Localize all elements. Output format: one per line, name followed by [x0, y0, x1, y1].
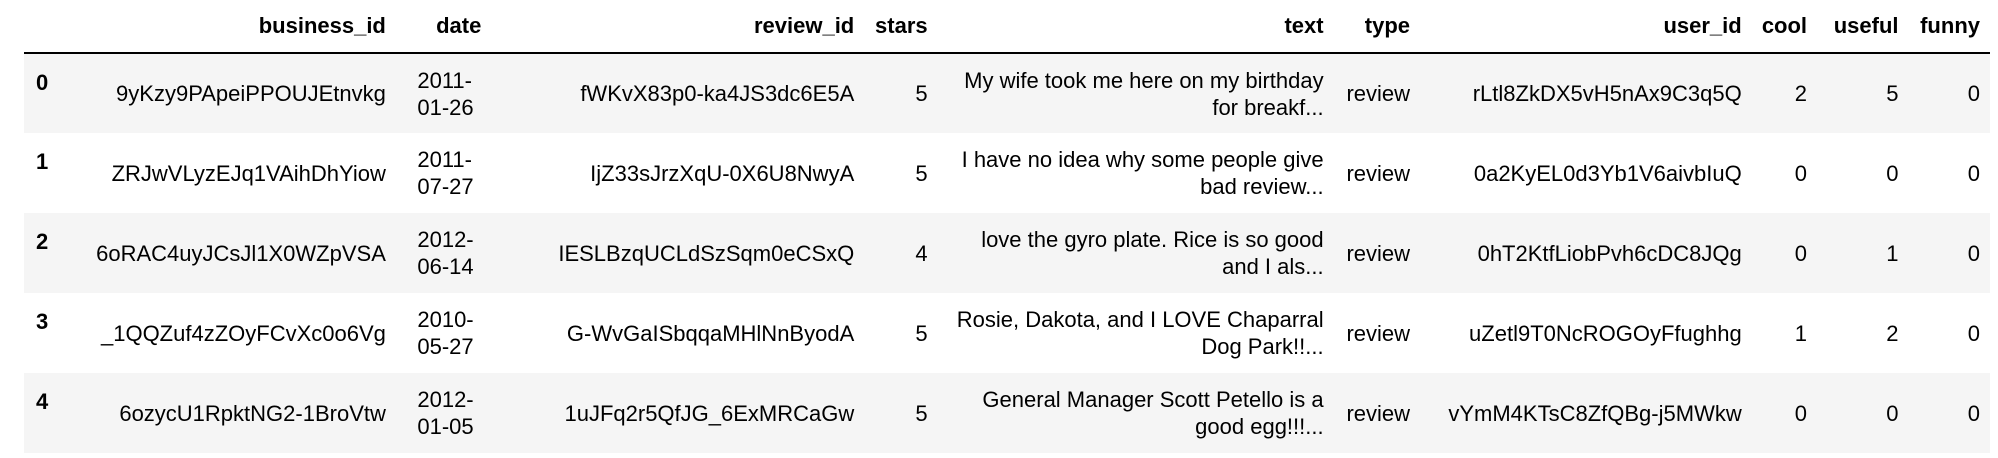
header-useful: useful — [1817, 0, 1909, 54]
cell-stars: 5 — [915, 160, 928, 186]
cell-useful: 0 — [1886, 160, 1899, 186]
cell-review-id: 1uJFq2r5QfJG_6ExMRCaGw — [564, 400, 855, 426]
cell-useful: 5 — [1886, 81, 1899, 106]
table-header: business_id date review_id stars text ty… — [24, 0, 1990, 54]
cell-date: 2011-01-26 — [396, 53, 491, 133]
cell-type: review — [1346, 160, 1411, 186]
cell-review-id: IESLBzqUCLdSzSqm0eCSxQ — [558, 240, 855, 266]
cell-date-value: 2010-05-27 — [417, 307, 474, 359]
cell-date-value: 2011-07-27 — [417, 147, 474, 199]
cell-user-id: rLtl8ZkDX5vH5nAx9C3q5Q — [1420, 53, 1752, 133]
cell-review-id: IjZ33sJrzXqU-0X6U8NwyA — [590, 160, 855, 186]
cell-review-id: fWKvX83p0-ka4JS3dc6E5A — [580, 81, 855, 106]
header-index — [24, 0, 65, 54]
cell-business-id: 6oRAC4uyJCsJl1X0WZpVSA — [96, 240, 386, 266]
cell-text-value: I have no idea why some people give bad … — [961, 147, 1324, 199]
cell-useful: 1 — [1886, 240, 1899, 266]
table-row: 0 9yKzy9PApeiPPOUJEtnvkg 2011-01-26 fWKv… — [24, 53, 1990, 133]
cell-text: I have no idea why some people give bad … — [938, 133, 1334, 213]
header-type: type — [1333, 0, 1421, 54]
header-review-id: review_id — [491, 0, 865, 54]
cell-funny: 0 — [1967, 240, 1980, 266]
header-business-id: business_id — [64, 0, 396, 54]
row-index: 0 — [36, 70, 49, 95]
cell-business-id: 6ozycU1RpktNG2-1BroVtw — [119, 400, 386, 426]
dataframe-table: business_id date review_id stars text ty… — [24, 0, 1990, 453]
cell-business-id: ZRJwVLyzEJq1VAihDhYiow — [111, 160, 386, 186]
cell-date: 2012-01-05 — [396, 373, 491, 453]
cell-text: love the gyro plate. Rice is so good and… — [938, 213, 1334, 293]
cell-type: review — [1346, 240, 1411, 266]
cell-funny: 0 — [1967, 81, 1980, 106]
cell-date-value: 2012-01-05 — [417, 387, 474, 439]
cell-user-id-value: 0a2KyEL0d3Yb1V6aivbIuQ — [1473, 160, 1742, 186]
cell-text-value: General Manager Scott Petello is a good … — [982, 387, 1324, 439]
cell-stars: 5 — [915, 81, 928, 106]
cell-stars: 4 — [915, 240, 928, 266]
cell-funny: 0 — [1967, 400, 1980, 426]
cell-cool: 1 — [1794, 320, 1808, 346]
cell-date: 2012-06-14 — [396, 213, 491, 293]
cell-cool: 0 — [1794, 240, 1808, 266]
cell-useful: 2 — [1886, 320, 1899, 346]
cell-date-value: 2012-06-14 — [417, 227, 474, 279]
cell-user-id-value: rLtl8ZkDX5vH5nAx9C3q5Q — [1472, 81, 1742, 106]
table-row: 4 6ozycU1RpktNG2-1BroVtw 2012-01-05 1uJF… — [24, 373, 1990, 453]
cell-cool: 2 — [1794, 81, 1808, 106]
table-body: 0 9yKzy9PApeiPPOUJEtnvkg 2011-01-26 fWKv… — [24, 53, 1990, 453]
header-stars: stars — [864, 0, 938, 54]
cell-type: review — [1346, 81, 1411, 106]
cell-text-value: My wife took me here on my birthday for … — [964, 67, 1324, 120]
cell-text: General Manager Scott Petello is a good … — [938, 373, 1334, 453]
header-funny: funny — [1908, 0, 1990, 54]
cell-date-value: 2011-01-26 — [417, 67, 474, 120]
cell-user-id: 0a2KyEL0d3Yb1V6aivbIuQ — [1420, 133, 1752, 213]
table-row: 2 6oRAC4uyJCsJl1X0WZpVSA 2012-06-14 IESL… — [24, 213, 1990, 293]
row-index: 1 — [36, 149, 49, 174]
cell-user-id-value: 0hT2KtfLiobPvh6cDC8JQg — [1477, 240, 1742, 266]
cell-user-id: uZetl9T0NcROGOyFfughhg — [1420, 293, 1752, 373]
cell-business-id: _1QQZuf4zZOyFCvXc0o6Vg — [100, 320, 386, 346]
cell-business-id: 9yKzy9PApeiPPOUJEtnvkg — [116, 81, 386, 106]
cell-type: review — [1346, 400, 1411, 426]
row-index: 2 — [36, 229, 49, 254]
cell-user-id-value: vYmM4KTsC8ZfQBg-j5MWkw — [1448, 400, 1742, 426]
row-index: 3 — [36, 309, 49, 334]
cell-text-value: Rosie, Dakota, and I LOVE Chaparral Dog … — [956, 307, 1324, 359]
cell-text: My wife took me here on my birthday for … — [938, 53, 1334, 133]
cell-cool: 0 — [1794, 400, 1808, 426]
cell-text: Rosie, Dakota, and I LOVE Chaparral Dog … — [938, 293, 1334, 373]
cell-stars: 5 — [915, 400, 928, 426]
table-row: 1 ZRJwVLyzEJq1VAihDhYiow 2011-07-27 IjZ3… — [24, 133, 1990, 213]
header-text: text — [937, 0, 1334, 54]
cell-date: 2010-05-27 — [396, 293, 491, 373]
header-user-id: user_id — [1420, 0, 1752, 54]
cell-user-id: 0hT2KtfLiobPvh6cDC8JQg — [1420, 213, 1752, 293]
cell-user-id: vYmM4KTsC8ZfQBg-j5MWkw — [1420, 373, 1752, 453]
header-date: date — [395, 0, 492, 54]
cell-user-id-value: uZetl9T0NcROGOyFfughhg — [1469, 320, 1742, 346]
table-row: 3 _1QQZuf4zZOyFCvXc0o6Vg 2010-05-27 G-Wv… — [24, 293, 1990, 373]
cell-review-id: G-WvGaISbqqaMHlNnByodA — [566, 320, 855, 346]
cell-type: review — [1346, 320, 1411, 346]
cell-stars: 5 — [915, 320, 928, 346]
row-index: 4 — [36, 389, 49, 414]
cell-funny: 0 — [1967, 320, 1980, 346]
cell-useful: 0 — [1886, 400, 1899, 426]
header-row: business_id date review_id stars text ty… — [24, 0, 1990, 54]
cell-text-value: love the gyro plate. Rice is so good and… — [981, 227, 1324, 279]
cell-funny: 0 — [1967, 160, 1980, 186]
cell-date: 2011-07-27 — [396, 133, 491, 213]
cell-cool: 0 — [1794, 160, 1808, 186]
header-cool: cool — [1751, 0, 1818, 54]
